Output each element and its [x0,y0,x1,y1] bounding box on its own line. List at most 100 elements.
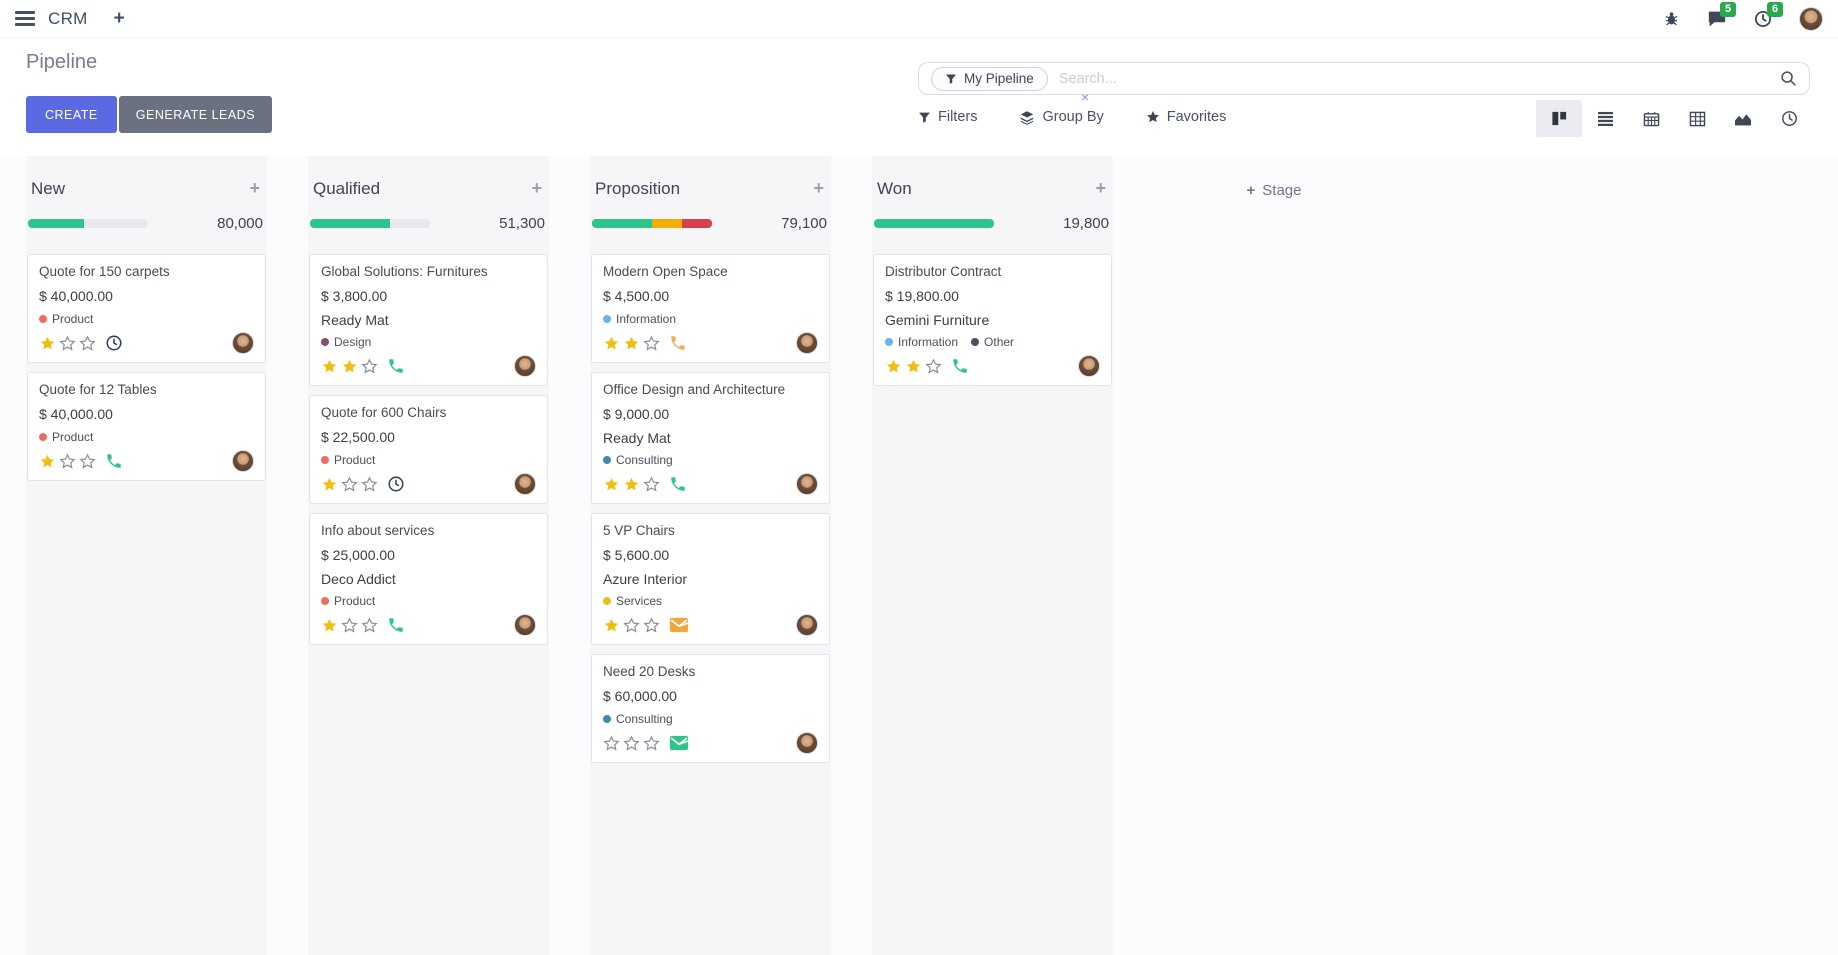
progress-segment[interactable] [28,219,84,228]
star-empty-icon[interactable] [361,476,378,493]
star-empty-icon[interactable] [623,617,640,634]
view-kanban-button[interactable] [1536,100,1582,137]
kanban-card[interactable]: Quote for 150 carpets $ 40,000.00 Produc… [27,254,266,363]
view-calendar-button[interactable] [1628,100,1674,137]
phone-icon[interactable] [105,452,123,470]
star-empty-icon[interactable] [643,335,660,352]
add-record-icon[interactable]: + [1095,178,1106,199]
star-empty-icon[interactable] [603,735,620,752]
star-empty-icon[interactable] [79,335,96,352]
search-input[interactable] [1057,70,1780,88]
envelope-icon[interactable] [669,735,689,751]
tag-dot-icon [885,338,893,346]
search-icon[interactable] [1780,70,1797,87]
kanban-card[interactable]: Modern Open Space $ 4,500.00 Information [591,254,830,363]
phone-icon[interactable] [669,475,687,493]
envelope-icon[interactable] [669,617,689,633]
star-filled-icon[interactable] [39,335,56,352]
phone-icon[interactable] [387,616,405,634]
create-button[interactable]: CREATE [26,96,117,133]
column-progressbar[interactable] [874,219,994,228]
kanban-card[interactable]: 5 VP Chairs $ 5,600.00 Azure Interior Se… [591,513,830,645]
salesperson-avatar[interactable] [232,450,254,472]
star-filled-icon[interactable] [321,476,338,493]
user-avatar[interactable] [1799,7,1823,31]
progress-segment[interactable] [874,219,994,228]
star-filled-icon[interactable] [341,358,358,375]
star-empty-icon[interactable] [361,617,378,634]
star-empty-icon[interactable] [59,335,76,352]
view-activity-button[interactable] [1766,100,1812,137]
salesperson-avatar[interactable] [232,332,254,354]
messages-icon[interactable]: 5 [1707,10,1727,28]
view-list-button[interactable] [1582,100,1628,137]
star-filled-icon[interactable] [623,476,640,493]
clock-icon[interactable] [105,334,123,352]
salesperson-avatar[interactable] [796,332,818,354]
star-empty-icon[interactable] [341,476,358,493]
star-empty-icon[interactable] [79,453,96,470]
salesperson-avatar[interactable] [796,473,818,495]
kanban-card[interactable]: Quote for 12 Tables $ 40,000.00 Product [27,372,266,481]
add-record-icon[interactable]: + [813,178,824,199]
star-empty-icon[interactable] [361,358,378,375]
kanban-card[interactable]: Info about services $ 25,000.00 Deco Add… [309,513,548,645]
progress-segment[interactable] [592,219,652,228]
phone-icon[interactable] [951,357,969,375]
star-filled-icon[interactable] [885,358,902,375]
filters-menu-button[interactable]: Filters [918,109,977,125]
progress-segment[interactable] [652,219,682,228]
star-empty-icon[interactable] [925,358,942,375]
view-graph-button[interactable] [1720,100,1766,137]
star-empty-icon[interactable] [59,453,76,470]
kanban-card[interactable]: Distributor Contract $ 19,800.00 Gemini … [873,254,1112,386]
kanban-card[interactable]: Need 20 Desks $ 60,000.00 Consulting [591,654,830,763]
salesperson-avatar[interactable] [1078,355,1100,377]
apps-menu-icon[interactable] [15,11,35,26]
star-filled-icon[interactable] [905,358,922,375]
star-filled-icon[interactable] [39,453,56,470]
star-filled-icon[interactable] [603,335,620,352]
generate-leads-button[interactable]: GENERATE LEADS [119,96,272,133]
add-stage-button[interactable]: + Stage [1154,156,1394,955]
column-progressbar[interactable] [592,219,712,228]
phone-icon[interactable] [387,357,405,375]
add-record-icon[interactable]: + [249,178,260,199]
column-title: Qualified [313,179,380,199]
plus-icon[interactable]: + [114,8,125,30]
star-filled-icon[interactable] [603,617,620,634]
salesperson-avatar[interactable] [796,614,818,636]
salesperson-avatar[interactable] [514,355,536,377]
progress-segment[interactable] [682,219,712,228]
kanban-card[interactable]: Quote for 600 Chairs $ 22,500.00 Product [309,395,548,504]
star-filled-icon[interactable] [623,335,640,352]
progress-segment[interactable] [310,219,390,228]
activities-clock-icon[interactable]: 6 [1754,10,1772,28]
star-filled-icon[interactable] [321,358,338,375]
group-by-menu-button[interactable]: Group By [1019,109,1103,125]
column-progressbar[interactable] [28,219,148,228]
salesperson-avatar[interactable] [796,732,818,754]
add-record-icon[interactable]: + [531,178,542,199]
debug-bug-icon[interactable] [1663,10,1680,27]
star-empty-icon[interactable] [623,735,640,752]
star-filled-icon[interactable] [603,476,620,493]
star-empty-icon[interactable] [643,617,660,634]
search-facet-my-pipeline[interactable]: My Pipeline [931,67,1048,91]
salesperson-avatar[interactable] [514,614,536,636]
clock-icon[interactable] [387,475,405,493]
phone-icon[interactable] [669,334,687,352]
star-filled-icon[interactable] [321,617,338,634]
view-pivot-button[interactable] [1674,100,1720,137]
favorites-menu-button[interactable]: Favorites [1146,109,1227,125]
search-box[interactable]: My Pipeline [918,62,1810,95]
salesperson-avatar[interactable] [514,473,536,495]
column-progressbar[interactable] [310,219,430,228]
app-name[interactable]: CRM [48,9,88,29]
kanban-card[interactable]: Office Design and Architecture $ 9,000.0… [591,372,830,504]
star-empty-icon[interactable] [643,476,660,493]
star-empty-icon[interactable] [643,735,660,752]
star-empty-icon[interactable] [341,617,358,634]
facet-remove-icon[interactable]: × [1081,92,1089,102]
kanban-card[interactable]: Global Solutions: Furnitures $ 3,800.00 … [309,254,548,386]
